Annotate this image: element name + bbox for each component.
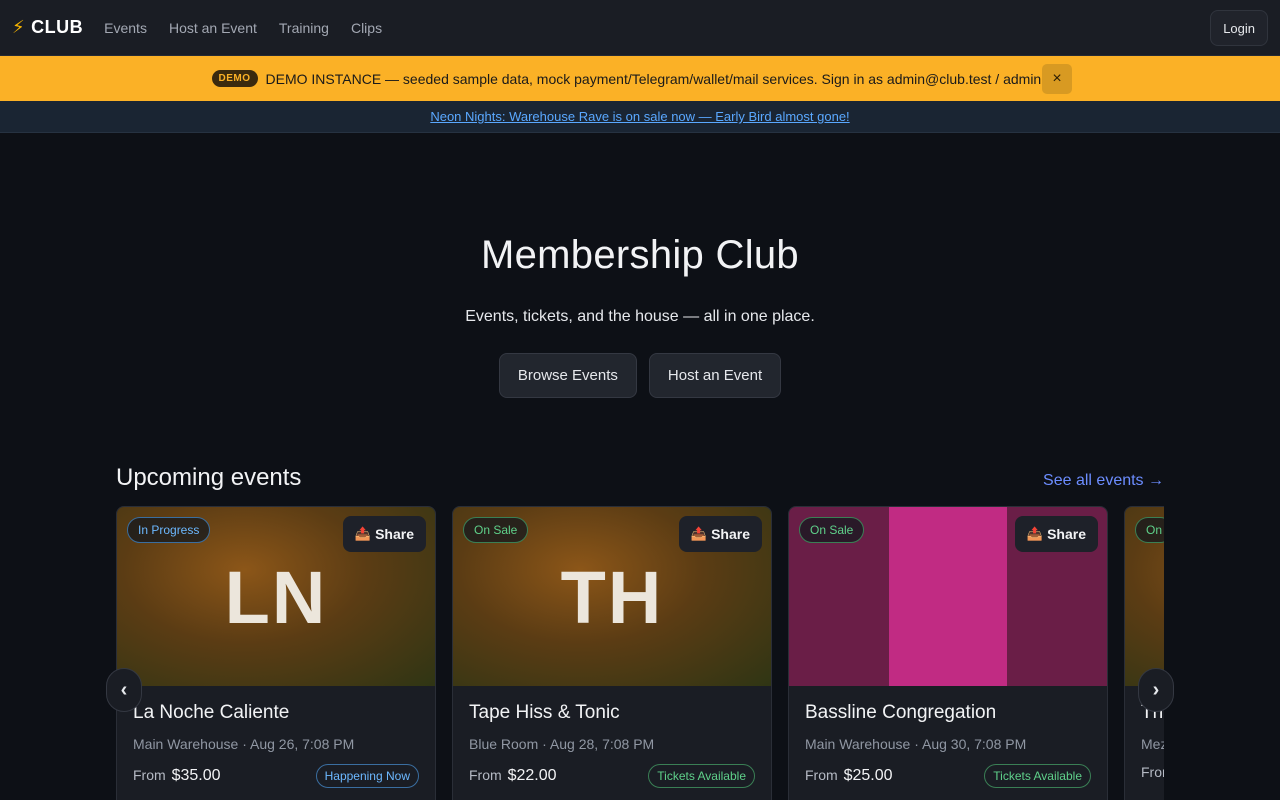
event-card-image: On Sale 📤 Share xyxy=(789,507,1107,686)
price-amount: $35.00 xyxy=(171,767,221,784)
event-card-image: TH On Sale 📤 Share xyxy=(453,507,771,686)
availability-badge: Tickets Available xyxy=(648,764,755,788)
event-price: From xyxy=(1141,764,1164,780)
event-initials: TH xyxy=(560,556,664,639)
event-price: From $35.00 xyxy=(133,767,221,785)
event-card-footer: From $35.00 Happening Now xyxy=(133,764,419,788)
demo-banner: DEMO DEMO INSTANCE — seeded sample data,… xyxy=(0,56,1280,101)
event-card[interactable]: LN In Progress 📤 Share La Noche Caliente… xyxy=(116,506,436,800)
event-title[interactable]: Bassline Congregation xyxy=(805,702,1091,724)
event-card-footer: From $25.00 Tickets Available xyxy=(805,764,1091,788)
demo-banner-text: DEMO INSTANCE — seeded sample data, mock… xyxy=(265,70,1069,87)
status-badge: On Sale xyxy=(463,517,529,543)
see-all-events-link[interactable]: See all events → xyxy=(1043,472,1164,490)
event-initials: LN xyxy=(224,556,328,639)
main-nav: Events Host an Event Training Clips xyxy=(93,20,393,36)
image-stripe xyxy=(889,507,1007,686)
share-icon: 📤 xyxy=(690,526,708,541)
status-badge: On xyxy=(1135,517,1164,543)
price-amount: $22.00 xyxy=(507,767,557,784)
share-icon: 📤 xyxy=(354,526,372,541)
event-price: From $25.00 xyxy=(805,767,893,785)
event-card-body: Bassline Congregation Main Warehouse · A… xyxy=(789,686,1107,800)
event-meta: Blue Room · Aug 28, 7:08 PM xyxy=(469,736,655,752)
event-meta: Main Warehouse · Aug 26, 7:08 PM xyxy=(133,736,355,752)
price-from-label: From xyxy=(805,767,838,783)
promo-bar: Neon Nights: Warehouse Rave is on sale n… xyxy=(0,101,1280,133)
event-card[interactable]: On Th Mez From xyxy=(1124,506,1164,800)
nav-link-host-an-event[interactable]: Host an Event xyxy=(169,20,257,36)
event-title[interactable]: Tape Hiss & Tonic xyxy=(469,702,755,724)
event-title[interactable]: La Noche Caliente xyxy=(133,702,419,724)
availability-badge: Happening Now xyxy=(315,764,419,788)
event-meta: Main Warehouse · Aug 30, 7:08 PM xyxy=(805,736,1027,752)
event-card-image: LN In Progress 📤 Share xyxy=(117,507,435,686)
browse-events-button[interactable]: Browse Events xyxy=(498,353,637,398)
share-label: Share xyxy=(375,526,414,542)
hero-actions: Browse Events Host an Event xyxy=(0,353,1280,398)
event-price: From $22.00 xyxy=(469,767,557,785)
demo-badge: DEMO xyxy=(211,70,258,87)
nav-link-events[interactable]: Events xyxy=(104,20,147,36)
close-icon[interactable]: × xyxy=(1042,64,1072,94)
event-card-footer: From $22.00 Tickets Available xyxy=(469,764,755,788)
availability-badge: Tickets Available xyxy=(984,764,1091,788)
hero-subtitle: Events, tickets, and the house — all in … xyxy=(465,308,815,325)
share-button[interactable]: 📤 Share xyxy=(1014,516,1098,552)
nav-link-training[interactable]: Training xyxy=(279,20,329,36)
price-from-label: From xyxy=(133,767,166,783)
event-card[interactable]: On Sale 📤 Share Bassline Congregation Ma… xyxy=(788,506,1108,800)
upcoming-events-header: Upcoming events See all events → xyxy=(116,464,1164,492)
carousel-next-button[interactable]: › xyxy=(1138,668,1174,712)
host-event-button[interactable]: Host an Event xyxy=(648,353,782,398)
share-button[interactable]: 📤 Share xyxy=(342,516,426,552)
share-label: Share xyxy=(1047,526,1086,542)
hero-title: Membership Club xyxy=(481,233,799,277)
upcoming-events-title: Upcoming events xyxy=(116,464,302,491)
status-badge: On Sale xyxy=(799,517,865,543)
share-label: Share xyxy=(711,526,750,542)
brand-logo[interactable]: ⚡ CLUB xyxy=(12,17,83,38)
event-card-body: Tape Hiss & Tonic Blue Room · Aug 28, 7:… xyxy=(453,686,771,800)
event-card-image: On xyxy=(1125,507,1164,686)
nav-link-clips[interactable]: Clips xyxy=(351,20,382,36)
event-card-body: La Noche Caliente Main Warehouse · Aug 2… xyxy=(117,686,435,800)
lightning-bolt-icon: ⚡ xyxy=(12,17,26,37)
status-badge: In Progress xyxy=(127,517,211,543)
login-button[interactable]: Login xyxy=(1210,10,1268,46)
event-meta: Mez xyxy=(1141,736,1164,752)
carousel-prev-button[interactable]: ‹ xyxy=(106,668,142,712)
brand-name: CLUB xyxy=(31,17,84,37)
event-card-footer: From xyxy=(1141,764,1164,780)
event-card[interactable]: TH On Sale 📤 Share Tape Hiss & Tonic Blu… xyxy=(452,506,772,800)
events-carousel[interactable]: LN In Progress 📤 Share La Noche Caliente… xyxy=(116,506,1164,800)
price-from-label: From xyxy=(469,767,502,783)
top-navbar: ⚡ CLUB Events Host an Event Training Cli… xyxy=(0,0,1280,56)
share-button[interactable]: 📤 Share xyxy=(678,516,762,552)
share-icon: 📤 xyxy=(1026,526,1044,541)
hero-section: Membership Club Events, tickets, and the… xyxy=(0,133,1280,398)
price-amount: $25.00 xyxy=(843,767,893,784)
promo-link[interactable]: Neon Nights: Warehouse Rave is on sale n… xyxy=(430,109,849,124)
